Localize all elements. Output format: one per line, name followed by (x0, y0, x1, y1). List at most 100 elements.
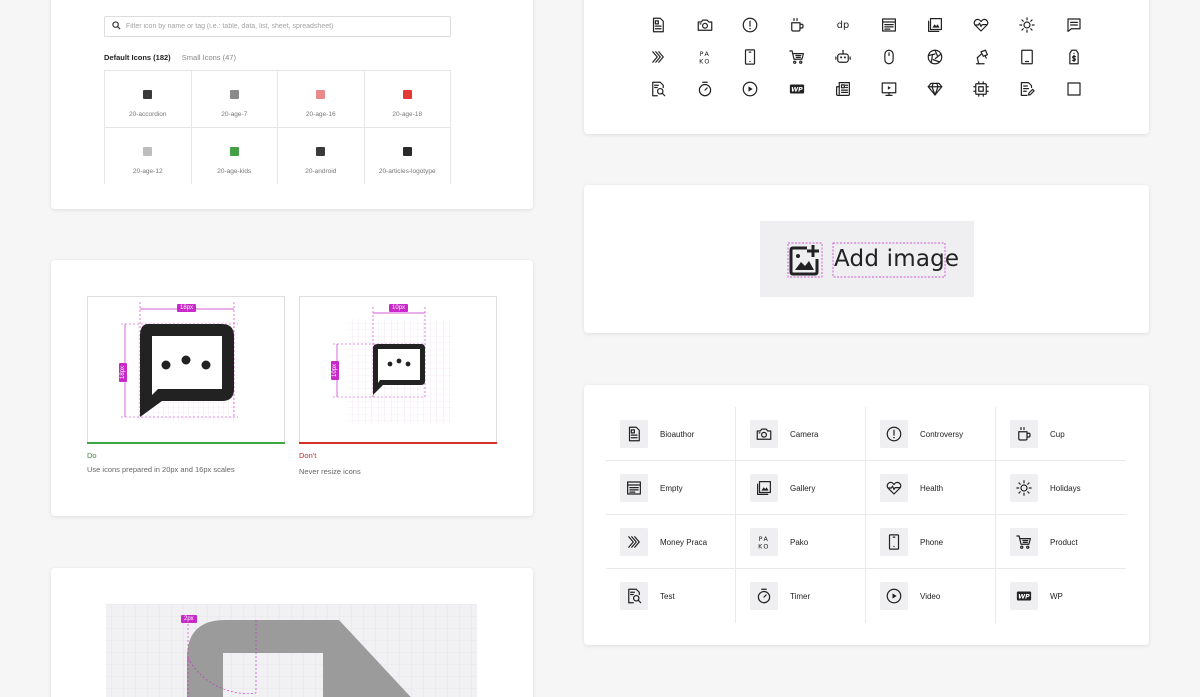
icon-tile (1010, 474, 1038, 502)
icon-table-label: Bioauthor (660, 430, 695, 439)
width-measure-tag: 10px (389, 304, 409, 312)
video-icon (742, 81, 758, 97)
icon-table-cell[interactable]: Bioauthor (606, 407, 736, 461)
svg-text:WP: WP (791, 86, 803, 94)
mouse-icon (884, 49, 894, 65)
search-input[interactable] (126, 19, 446, 34)
controversy-icon (742, 17, 758, 33)
icon-grid-cell[interactable]: 20-age-18 (364, 71, 451, 128)
cup-icon (791, 18, 804, 32)
newspaper-icon (836, 82, 850, 96)
controversy-icon (886, 426, 902, 442)
icon-search-field[interactable] (104, 16, 451, 37)
do-example-illustration (121, 302, 238, 421)
icon-table-cell[interactable]: PA KO Pako (736, 515, 866, 569)
20-age-7-icon (229, 90, 239, 99)
product-icon (1016, 535, 1031, 549)
icon-table-label: Test (660, 592, 675, 601)
dp-logo-icon: dp (837, 20, 849, 31)
icon-table-cell[interactable]: Empty (606, 461, 736, 515)
20-accordion-icon (143, 90, 153, 99)
icon-grid-cell[interactable]: 20-android (278, 128, 365, 184)
svg-text:KO: KO (699, 57, 711, 65)
20-articles-logotype-icon (402, 147, 412, 156)
icon-table-cell[interactable]: Money Praca (606, 515, 736, 569)
square-icon (1067, 82, 1081, 96)
icon-grid-cell[interactable]: 20-age-kids (192, 128, 278, 184)
icon-table-label: Health (920, 484, 944, 493)
tab-small-icons[interactable]: Small Icons (47) (182, 53, 236, 62)
search-icon (112, 21, 121, 30)
icon-table-cell[interactable]: Camera (736, 407, 866, 461)
add-image-label: Add image (834, 246, 960, 272)
money-praca-icon (652, 51, 664, 63)
wp-logo-icon: WP (1016, 591, 1032, 601)
icon-grid-cell[interactable]: 20-accordion (105, 71, 192, 128)
icon-table-cell[interactable]: Product (996, 515, 1126, 569)
icon-table-label: Money Praca (660, 538, 708, 547)
icon-tile (880, 582, 908, 610)
cup-icon (1018, 427, 1031, 441)
gallery-icon (928, 18, 942, 32)
icon-tile (750, 420, 778, 448)
icon-table-cell[interactable]: Test (606, 569, 736, 623)
pako-icon: PAKO (758, 535, 770, 551)
icon-table-cell[interactable]: Gallery (736, 461, 866, 515)
empty-icon (882, 18, 896, 32)
tab-default-icons[interactable]: Default Icons (182) (104, 53, 171, 62)
camera-icon (697, 19, 713, 31)
dont-guideline-text: Never resize icons (299, 467, 361, 476)
named-icons-table: Bioauthor Camera Controversy Cup Empty Galler… (606, 407, 1126, 623)
icon-table-cell[interactable]: Health (866, 461, 996, 515)
icon-table-cell[interactable]: WP WP (996, 569, 1126, 623)
svg-text:KO: KO (758, 542, 770, 550)
diamond-icon (927, 82, 943, 96)
icon-grid-cell[interactable]: 20-articles-logotype (365, 128, 451, 184)
icon-tile: WP (1010, 582, 1038, 610)
dont-label: Don't (299, 451, 317, 460)
bioauthor-icon (628, 426, 640, 442)
construction-illustration (106, 604, 477, 697)
icon-table-cell[interactable]: Timer (736, 569, 866, 623)
icon-table-cell[interactable]: Holidays (996, 461, 1126, 515)
icon-table-label: Video (920, 592, 941, 601)
add-image-icon (789, 245, 819, 276)
chip-icon (973, 81, 989, 97)
icon-browser-card: Default Icons (182) Small Icons (47) 20-… (51, 0, 533, 209)
add-image-card: Add image (584, 185, 1149, 333)
svg-text:WP: WP (1018, 593, 1030, 601)
icon-name-label: 20-accordion (128, 111, 167, 118)
width-measure-tag: 18px (177, 304, 197, 312)
tablet-icon (1021, 49, 1033, 65)
icon-gallery-card: dp PA KO WP (584, 0, 1149, 134)
phone-icon (744, 49, 756, 65)
comment-icon (1067, 18, 1081, 32)
icon-table-cell[interactable]: Cup (996, 407, 1126, 461)
icon-grid-cell[interactable]: 20-age-12 (105, 128, 192, 184)
icon-table-cell[interactable]: Video (866, 569, 996, 623)
icon-grid-cell[interactable]: 20-age-7 (191, 71, 278, 128)
video-icon (886, 588, 902, 604)
test-icon (628, 588, 642, 604)
named-icons-card: Bioauthor Camera Controversy Cup Empty Galler… (584, 385, 1149, 645)
icon-set-tabs: Default Icons (182) Small Icons (47) (104, 53, 245, 62)
timer-icon (757, 588, 771, 604)
20-age-18-icon (402, 90, 412, 99)
icon-table-cell[interactable]: Controversy (866, 407, 996, 461)
health-icon (886, 481, 902, 495)
phone-icon (888, 534, 900, 550)
do-indicator-bar (87, 442, 285, 444)
icon-tile (1010, 420, 1038, 448)
20-android-icon (316, 147, 326, 156)
icon-table-label: Gallery (790, 484, 816, 493)
aperture-icon (927, 49, 943, 65)
do-dont-card: 18px 18px Do Use icons prepared in 20px … (51, 260, 533, 516)
icon-tile (1010, 528, 1038, 556)
icon-table-label: Product (1050, 538, 1078, 547)
icon-name-label: 20-age-12 (132, 168, 163, 175)
icon-grid-cell[interactable]: 20-age-16 (278, 71, 365, 128)
price-tag-icon (1069, 49, 1079, 65)
icon-table-label: Pako (790, 538, 809, 547)
icon-tile: PA KO (750, 528, 778, 556)
icon-table-cell[interactable]: Phone (866, 515, 996, 569)
